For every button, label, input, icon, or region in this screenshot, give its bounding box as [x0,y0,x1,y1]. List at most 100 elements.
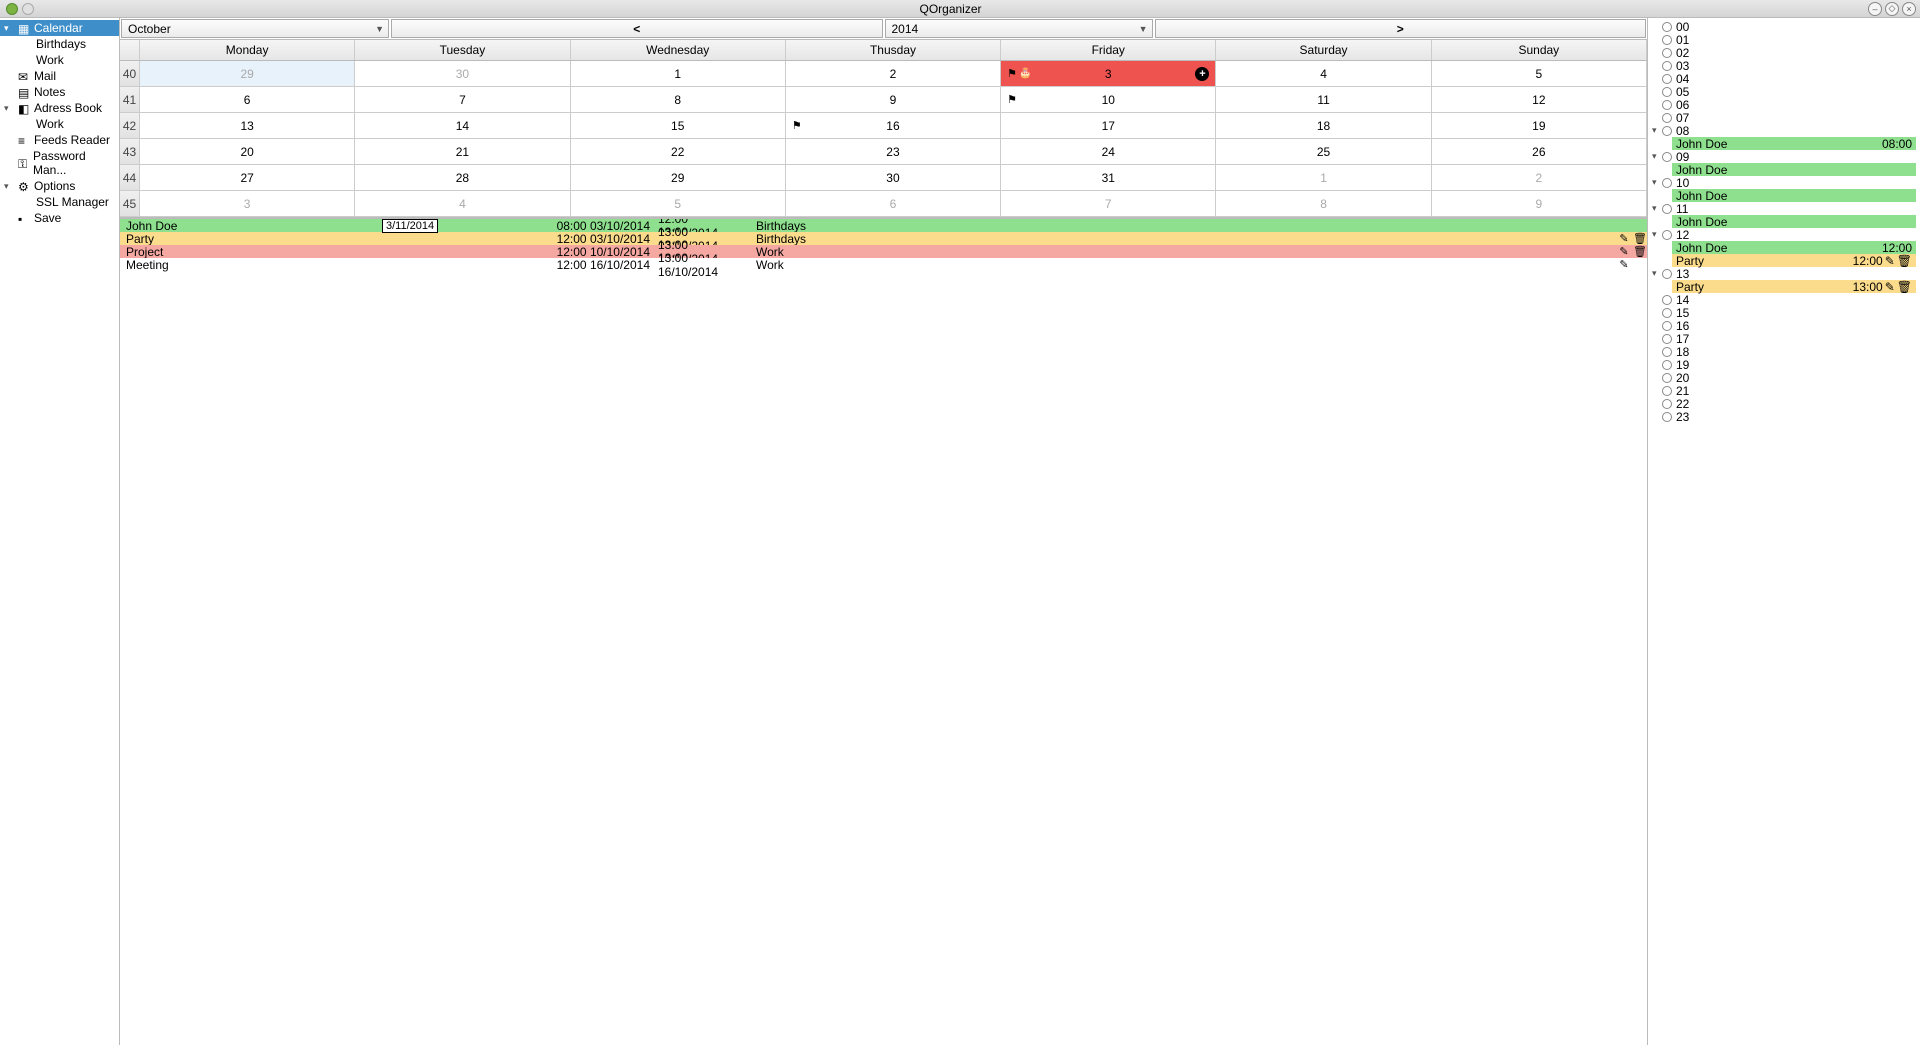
timeline-hour[interactable]: 21 [1652,384,1916,397]
timeline-hour[interactable]: 01 [1652,33,1916,46]
timeline-hour[interactable]: 15 [1652,306,1916,319]
timeline-hour[interactable]: 18 [1652,345,1916,358]
calendar-cell[interactable]: 12 [1432,87,1647,112]
calendar-cell[interactable]: 14 [355,113,570,138]
calendar-cell[interactable]: 2 [786,61,1001,86]
calendar-cell[interactable]: ⚑🎂3+ [1001,61,1216,86]
calendar-cell[interactable]: 25 [1216,139,1431,164]
calendar-cell[interactable]: 7 [355,87,570,112]
timeline-event[interactable]: John Doe [1672,215,1916,228]
calendar-cell[interactable]: 6 [786,191,1001,216]
calendar-cell[interactable]: 23 [786,139,1001,164]
calendar-cell[interactable]: 13 [140,113,355,138]
timeline-hour[interactable]: 22 [1652,397,1916,410]
timeline-hour[interactable]: 02 [1652,46,1916,59]
sidebar-item-mail[interactable]: ✉Mail [0,68,119,84]
event-row[interactable]: Meeting12:00 16/10/201413:00 16/10/2014W… [120,258,1647,271]
timeline-hour[interactable]: 07 [1652,111,1916,124]
calendar-cell[interactable]: 7 [1001,191,1216,216]
edit-icon[interactable]: ✎ [1885,280,1895,294]
timeline-hour[interactable]: ▾11 [1652,202,1916,215]
sidebar-item-save[interactable]: ▪Save [0,210,119,226]
calendar-cell[interactable]: 4 [1216,61,1431,86]
month-select[interactable]: October ▼ [121,19,389,38]
timeline-hour[interactable]: 04 [1652,72,1916,85]
edit-icon[interactable]: ✎ [1885,254,1895,268]
calendar-cell[interactable]: 17 [1001,113,1216,138]
calendar-cell[interactable]: 30 [355,61,570,86]
calendar-cell[interactable]: 5 [571,191,786,216]
calendar-cell[interactable]: 8 [1216,191,1431,216]
delete-icon[interactable]: 🗑 [1633,232,1647,245]
timeline-event[interactable]: John Doe12:00 [1672,241,1916,254]
calendar-cell[interactable]: 20 [140,139,355,164]
calendar-cell[interactable]: 9 [1432,191,1647,216]
sidebar-item-birthdays[interactable]: Birthdays [0,36,119,52]
sidebar-item-work[interactable]: Work [0,52,119,68]
year-select[interactable]: 2014 ▼ [885,19,1153,38]
delete-icon[interactable]: 🗑 [1897,280,1912,294]
calendar-cell[interactable]: 18 [1216,113,1431,138]
minimize-button[interactable]: – [1868,2,1882,16]
calendar-cell[interactable]: 5 [1432,61,1647,86]
sidebar-item-password-man-[interactable]: ⚿Password Man... [0,148,119,178]
calendar-cell[interactable]: 9 [786,87,1001,112]
calendar-cell[interactable]: 1 [1216,165,1431,190]
calendar-cell[interactable]: 21 [355,139,570,164]
delete-icon[interactable]: 🗑 [1633,245,1647,258]
calendar-cell[interactable]: 6 [140,87,355,112]
calendar-cell[interactable]: 1 [571,61,786,86]
timeline-event[interactable]: John Doe [1672,189,1916,202]
timeline-hour[interactable]: ▾10 [1652,176,1916,189]
event-row[interactable]: Project12:00 10/10/201413:00 10/10/2014W… [120,245,1647,258]
sidebar-item-work[interactable]: Work [0,116,119,132]
timeline-hour[interactable]: 00 [1652,20,1916,33]
calendar-cell[interactable]: 19 [1432,113,1647,138]
calendar-cell[interactable]: 8 [571,87,786,112]
next-button[interactable]: > [1155,19,1647,38]
timeline-hour[interactable]: 05 [1652,85,1916,98]
calendar-cell[interactable]: 28 [355,165,570,190]
timeline-hour[interactable]: 14 [1652,293,1916,306]
calendar-cell[interactable]: 31 [1001,165,1216,190]
timeline-hour[interactable]: ▾12 [1652,228,1916,241]
delete-icon[interactable]: 🗑 [1897,254,1912,268]
calendar-cell[interactable]: 26 [1432,139,1647,164]
event-row[interactable]: John Doe08:00 03/10/201412:00 03/10/2014… [120,219,1647,232]
close-button[interactable]: × [1902,2,1916,16]
event-row[interactable]: Party12:00 03/10/201413:00 03/10/2014Bir… [120,232,1647,245]
sidebar-item-options[interactable]: ▾⚙Options [0,178,119,194]
timeline-hour[interactable]: ▾09 [1652,150,1916,163]
calendar-cell[interactable]: 29 [571,165,786,190]
timeline-event[interactable]: John Doe08:00 [1672,137,1916,150]
sidebar-item-ssl-manager[interactable]: SSL Manager [0,194,119,210]
calendar-cell[interactable]: 27 [140,165,355,190]
timeline-hour[interactable]: 20 [1652,371,1916,384]
timeline-hour[interactable]: 23 [1652,410,1916,423]
timeline-hour[interactable]: 03 [1652,59,1916,72]
timeline-hour[interactable]: 16 [1652,319,1916,332]
calendar-cell[interactable]: 29 [140,61,355,86]
calendar-cell[interactable]: ⚑10 [1001,87,1216,112]
sidebar-item-adress-book[interactable]: ▾◧Adress Book [0,100,119,116]
timeline-event[interactable]: Party13:00✎🗑 [1672,280,1916,293]
edit-icon[interactable]: ✎ [1617,245,1631,258]
timeline-hour[interactable]: ▾13 [1652,267,1916,280]
calendar-cell[interactable]: 15 [571,113,786,138]
add-event-button[interactable]: + [1195,67,1209,81]
timeline-hour[interactable]: 06 [1652,98,1916,111]
timeline-event[interactable]: John Doe [1672,163,1916,176]
calendar-cell[interactable]: 22 [571,139,786,164]
calendar-cell[interactable]: 24 [1001,139,1216,164]
calendar-cell[interactable]: 3 [140,191,355,216]
sidebar-item-feeds-reader[interactable]: ≡Feeds Reader [0,132,119,148]
calendar-cell[interactable]: 30 [786,165,1001,190]
timeline-hour[interactable]: 17 [1652,332,1916,345]
maximize-button[interactable]: ◇ [1885,2,1899,16]
sidebar-item-notes[interactable]: ▤Notes [0,84,119,100]
timeline-hour[interactable]: 19 [1652,358,1916,371]
timeline-event[interactable]: Party12:00✎🗑 [1672,254,1916,267]
calendar-cell[interactable]: 2 [1432,165,1647,190]
sidebar-item-calendar[interactable]: ▾▦Calendar [0,20,119,36]
edit-icon[interactable]: ✎ [1617,258,1631,271]
